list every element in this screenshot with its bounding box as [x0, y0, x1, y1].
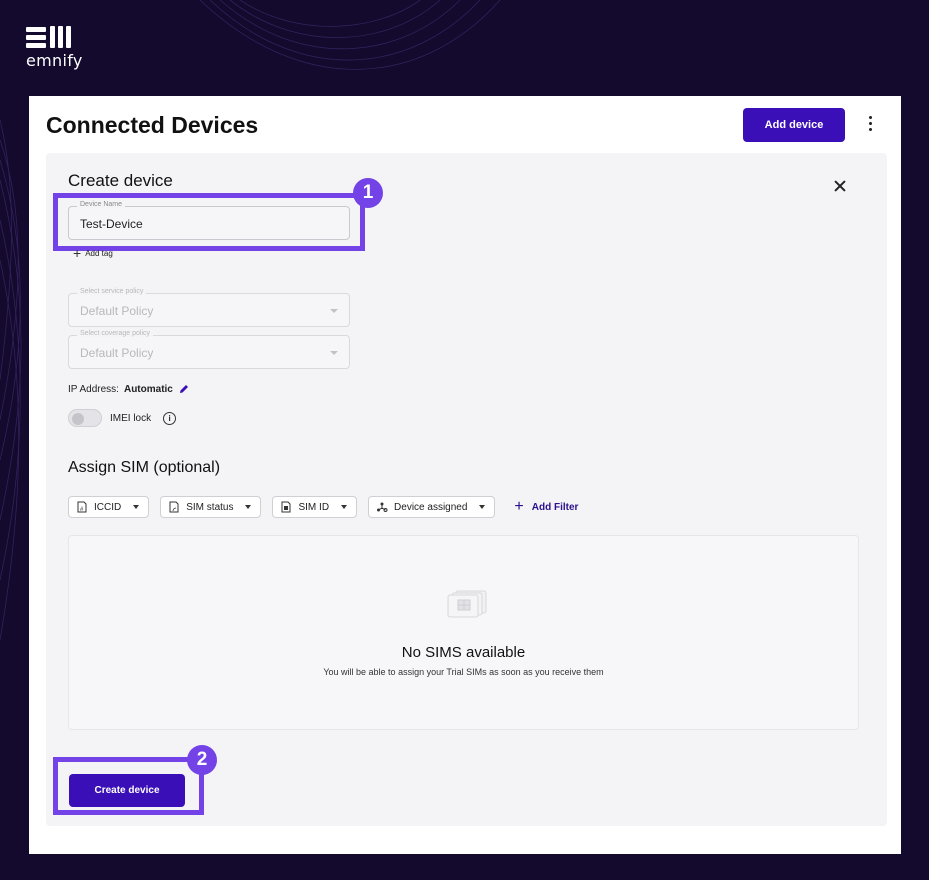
create-device-title: Create device — [68, 171, 173, 190]
filter-device-assigned[interactable]: Device assigned — [368, 496, 496, 518]
ip-address-value: Automatic — [123, 383, 173, 395]
plus-icon: + — [514, 498, 524, 515]
filter-label: Device assigned — [394, 501, 468, 513]
ip-address-row: IP Address: Automatic — [68, 383, 190, 395]
caret-down-icon — [479, 505, 486, 509]
more-options-icon[interactable] — [865, 116, 875, 134]
filter-label: ICCID — [94, 501, 122, 513]
close-icon[interactable] — [833, 179, 847, 193]
caret-down-icon — [133, 505, 140, 509]
imei-lock-row: IMEI lock i — [68, 409, 177, 427]
filter-label: SIM status — [186, 501, 234, 513]
imei-lock-label: IMEI lock — [110, 412, 152, 424]
logo-mark-icon — [26, 26, 83, 48]
imei-lock-toggle[interactable] — [68, 409, 102, 427]
filter-sim-status[interactable]: SIM status — [160, 496, 262, 518]
add-filter-button[interactable]: + Add Filter — [514, 498, 579, 515]
step-badge-1: 1 — [353, 178, 383, 208]
coverage-policy-select: Select coverage policy Default Policy — [68, 330, 350, 369]
create-device-card: Create device Device Name Test-Device 1 … — [46, 153, 887, 826]
sim-card-icon — [281, 501, 291, 513]
plus-icon: + — [73, 245, 82, 261]
filter-sim-id[interactable]: SIM ID — [272, 496, 358, 518]
create-device-button[interactable]: Create device — [69, 774, 185, 807]
sim-empty-state: No SIMS available You will be able to as… — [68, 535, 859, 730]
sim-signal-icon — [169, 501, 179, 513]
device-network-icon — [377, 502, 388, 512]
add-tag-label: Add tag — [85, 248, 113, 258]
info-icon[interactable]: i — [163, 411, 177, 425]
filter-label: SIM ID — [298, 501, 330, 513]
filter-iccid[interactable]: # ICCID — [68, 496, 150, 518]
step-badge-2: 2 — [187, 745, 217, 775]
logo-text: emnify — [26, 51, 83, 70]
assign-sim-title: Assign SIM (optional) — [68, 459, 221, 476]
pencil-icon[interactable] — [178, 383, 190, 395]
page-title: Connected Devices — [46, 112, 259, 138]
add-device-button[interactable]: Add device — [743, 108, 845, 142]
sim-hash-icon: # — [77, 501, 87, 513]
caret-down-icon — [245, 505, 252, 509]
empty-title: No SIMS available — [401, 644, 526, 661]
empty-message: You will be able to assign your Trial SI… — [323, 667, 604, 677]
emnify-logo: emnify — [26, 26, 83, 70]
service-policy-label: Select service policy — [77, 288, 147, 295]
chevron-down-icon — [330, 309, 338, 313]
coverage-policy-label: Select coverage policy — [77, 330, 154, 337]
service-policy-value: Default Policy — [80, 304, 154, 318]
coverage-policy-value: Default Policy — [80, 346, 154, 360]
ip-address-label: IP Address: — [68, 383, 119, 395]
highlight-box-1 — [53, 193, 365, 251]
add-filter-label: Add Filter — [531, 501, 579, 513]
filter-bar: # ICCID SIM status SIM ID Device assigne… — [68, 496, 578, 518]
sim-cards-icon — [447, 590, 487, 618]
main-panel: Connected Devices Add device Create devi… — [29, 96, 901, 854]
service-policy-select: Select service policy Default Policy — [68, 288, 350, 327]
add-tag-button[interactable]: + Add tag — [73, 245, 113, 261]
chevron-down-icon — [330, 351, 338, 355]
caret-down-icon — [341, 505, 348, 509]
